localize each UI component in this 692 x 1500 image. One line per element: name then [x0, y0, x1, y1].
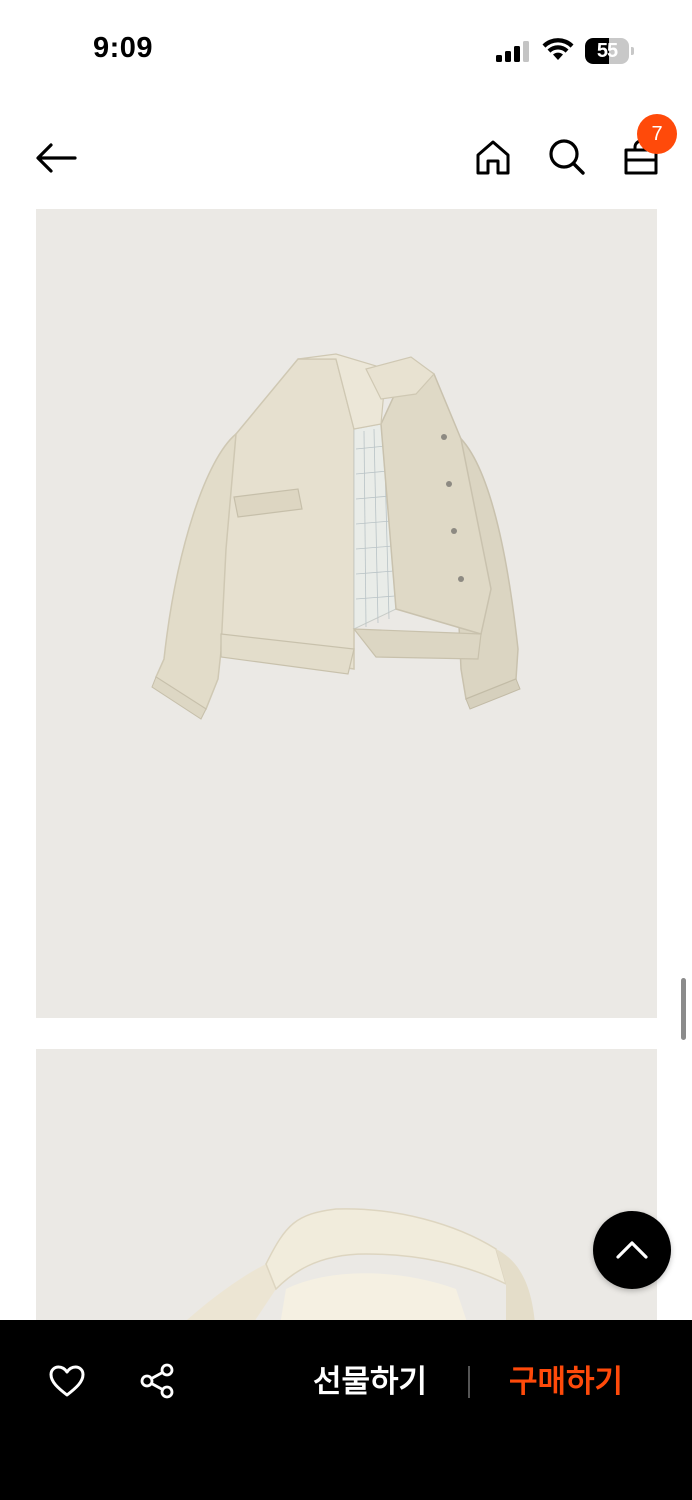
gift-button[interactable]: 선물하기	[300, 1356, 440, 1408]
chevron-up-icon	[616, 1241, 648, 1259]
divider	[468, 1366, 470, 1398]
battery-cap	[631, 47, 634, 55]
home-button[interactable]	[470, 134, 516, 180]
status-bar: 9:09 55	[0, 0, 692, 100]
status-time: 9:09	[93, 32, 154, 64]
like-button[interactable]	[46, 1360, 88, 1402]
scroll-to-top-button[interactable]	[593, 1211, 671, 1289]
product-detail-page: 9:09 55 7 선물하기 구매하기	[0, 0, 692, 1500]
product-image-main[interactable]	[36, 209, 657, 1018]
jacket-collar-detail-photo	[156, 1208, 536, 1349]
share-icon	[140, 1363, 174, 1399]
back-button[interactable]	[30, 136, 82, 180]
scroll-indicator[interactable]	[681, 978, 686, 1040]
wifi-icon	[542, 38, 574, 60]
buy-button[interactable]: 구매하기	[496, 1356, 636, 1408]
back-arrow-icon	[36, 143, 77, 173]
search-icon	[549, 139, 585, 175]
search-button[interactable]	[544, 134, 590, 180]
cellular-signal-icon	[496, 41, 529, 62]
bottom-action-bar: 선물하기 구매하기	[0, 1320, 692, 1500]
cart-count-badge: 7	[637, 114, 677, 154]
jacket-photo	[151, 353, 521, 720]
product-image-detail[interactable]	[36, 1049, 657, 1349]
home-icon	[476, 140, 510, 175]
battery-indicator: 55	[585, 38, 635, 64]
top-navigation	[0, 100, 692, 210]
share-button[interactable]	[136, 1360, 178, 1402]
battery-level: 55	[596, 40, 618, 62]
heart-icon	[49, 1365, 85, 1397]
battery-body: 55	[585, 38, 629, 64]
